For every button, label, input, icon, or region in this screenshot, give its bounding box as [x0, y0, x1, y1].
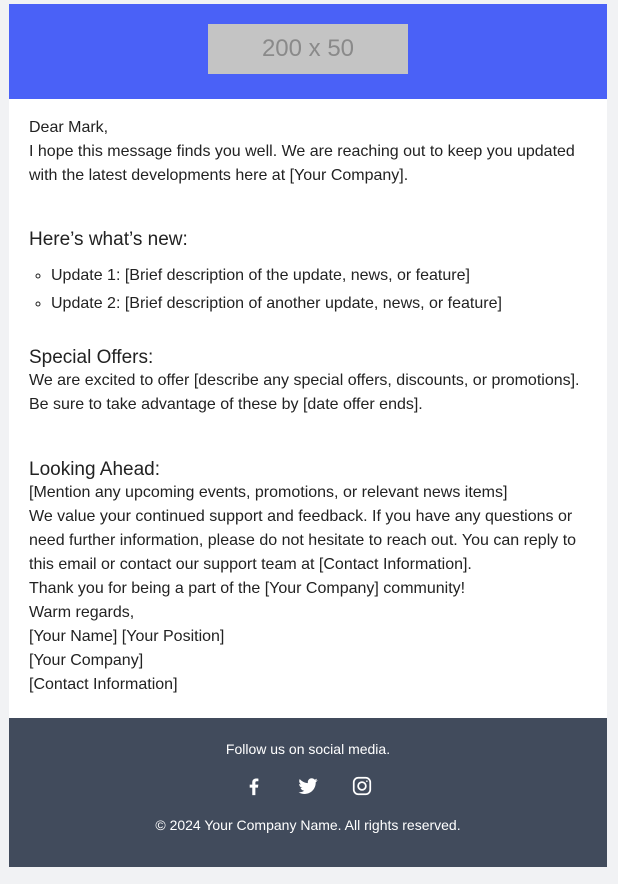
looking-ahead-text: [Mention any upcoming events, promotions… [29, 484, 508, 501]
email-footer: Follow us on social media. © 2024 Your C… [9, 718, 607, 867]
instagram-icon[interactable] [351, 775, 373, 797]
list-item: Update 1: [Brief description of the upda… [51, 266, 587, 286]
email-header: 200 x 50 [9, 4, 607, 99]
copyright-text: © 2024 Your Company Name. All rights res… [155, 817, 461, 833]
support-paragraph: We value your continued support and feed… [29, 508, 577, 573]
follow-text: Follow us on social media. [225, 741, 391, 757]
email-container: 200 x 50 Dear Mark, I hope this message … [9, 4, 607, 867]
updates-list: Update 1: [Brief description of the upda… [29, 266, 587, 314]
looking-ahead-heading: Looking Ahead: [29, 459, 161, 480]
signature-company: [Your Company] [29, 652, 144, 669]
thanks-line: Thank you for being a part of the [Your … [29, 580, 466, 597]
facebook-icon[interactable] [243, 775, 265, 797]
signature-contact: [Contact Information] [29, 676, 178, 693]
special-offers-heading: Special Offers: [29, 347, 154, 368]
email-body: Dear Mark, I hope this message finds you… [9, 99, 607, 718]
greeting: Dear Mark, [29, 119, 109, 136]
whats-new-heading: Here’s what’s new: [29, 229, 188, 250]
social-links [9, 775, 607, 799]
logo-placeholder: 200 x 50 [208, 24, 408, 74]
signature-name-position: [Your Name] [Your Position] [29, 628, 225, 645]
list-item: Update 2: [Brief description of another … [51, 294, 587, 314]
twitter-icon[interactable] [297, 775, 319, 797]
intro-paragraph: I hope this message finds you well. We a… [29, 143, 575, 184]
signoff: Warm regards, [29, 604, 135, 621]
special-offers-text: We are excited to offer [describe any sp… [29, 372, 580, 413]
